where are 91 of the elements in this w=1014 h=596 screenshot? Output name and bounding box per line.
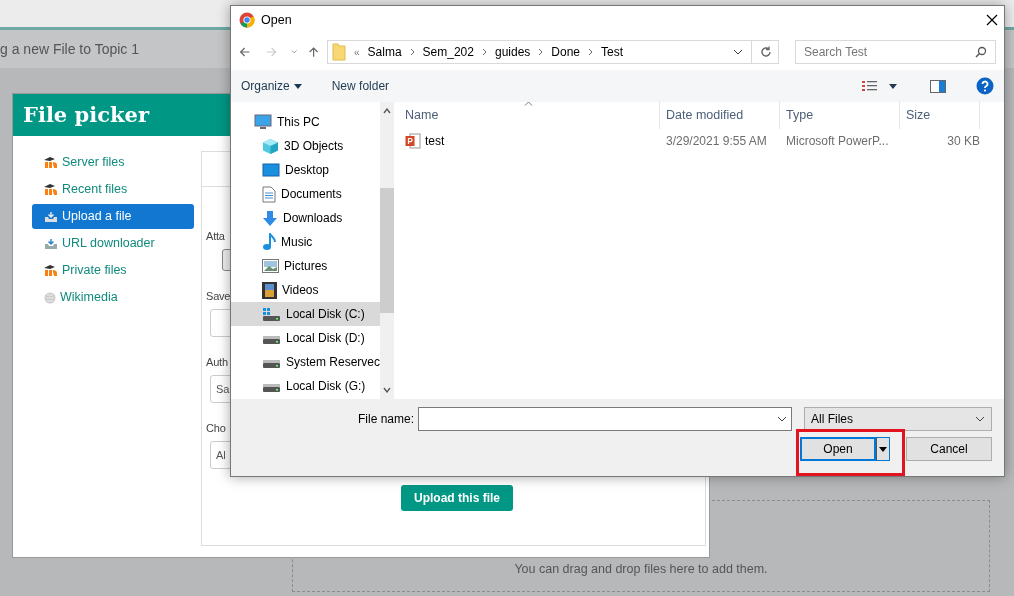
chevron-right-icon[interactable] bbox=[481, 48, 487, 56]
tree-item[interactable]: Local Disk (G:) bbox=[231, 374, 381, 398]
preview-pane-icon[interactable] bbox=[930, 79, 946, 93]
repository-item[interactable]: Upload a file bbox=[32, 204, 194, 229]
field-value: Sa bbox=[216, 381, 230, 397]
tree-item[interactable]: This PC bbox=[231, 110, 381, 134]
breadcrumb-item[interactable]: Sem_202 bbox=[422, 43, 474, 61]
tree-item[interactable]: Music bbox=[231, 230, 381, 254]
browser-icon bbox=[239, 12, 255, 28]
split-dropdown-button[interactable] bbox=[876, 437, 890, 461]
drive-icon bbox=[262, 307, 281, 321]
table-cell-text: Microsoft PowerP... bbox=[785, 133, 890, 150]
table-cell-text: 3/29/2021 9:55 AM bbox=[665, 133, 768, 150]
tree-item[interactable]: Desktop bbox=[231, 158, 381, 182]
tree-item[interactable]: Local Disk (D:) bbox=[231, 326, 381, 350]
dialog-title: File picker bbox=[23, 101, 149, 130]
moodle-logo-icon bbox=[44, 157, 58, 168]
upload-button[interactable]: Upload this file bbox=[401, 485, 513, 511]
field-value: Al bbox=[216, 447, 226, 463]
new-folder-button[interactable]: New folder bbox=[331, 77, 390, 95]
caret-icon bbox=[879, 446, 887, 452]
column-header[interactable]: Name bbox=[405, 106, 439, 125]
tree-item[interactable]: 3D Objects bbox=[231, 134, 381, 158]
column-header[interactable]: Type bbox=[786, 106, 814, 125]
search-icon bbox=[975, 46, 987, 58]
tray-icon bbox=[44, 210, 58, 223]
close-icon[interactable] bbox=[986, 14, 998, 26]
chevron-right-icon[interactable] bbox=[538, 48, 544, 56]
folder-icon bbox=[332, 43, 346, 61]
picture-icon bbox=[262, 259, 279, 273]
globe-icon bbox=[44, 291, 56, 304]
tree-item[interactable]: Downloads bbox=[231, 206, 381, 230]
help-icon[interactable] bbox=[976, 77, 994, 95]
tree-item[interactable]: System Reservec bbox=[231, 350, 381, 374]
field-label: Save bbox=[206, 289, 231, 304]
drop-zone-text: You can drag and drop files here to add them. bbox=[514, 561, 768, 579]
overflow-chevron[interactable]: « bbox=[354, 44, 360, 60]
chevron-down-icon[interactable] bbox=[733, 49, 743, 55]
caret-icon bbox=[293, 83, 302, 89]
field-label: Auth bbox=[206, 355, 228, 370]
file-name-label: File name: bbox=[357, 411, 414, 428]
cube-icon bbox=[262, 137, 279, 155]
breadcrumb-item[interactable]: Done bbox=[551, 43, 581, 61]
tree-item[interactable]: Documents bbox=[231, 182, 381, 206]
column-header[interactable]: Date modified bbox=[666, 106, 744, 125]
organize-menu[interactable]: Organize bbox=[241, 77, 302, 95]
breadcrumb-item[interactable]: Test bbox=[601, 43, 624, 61]
search-field[interactable]: Search Test bbox=[795, 40, 996, 64]
field-label: Atta bbox=[206, 229, 225, 244]
scroll-up-icon[interactable] bbox=[383, 108, 392, 114]
scroll-down-icon[interactable] bbox=[383, 387, 392, 393]
up-icon[interactable] bbox=[307, 45, 319, 59]
repository-item[interactable]: Wikimedia bbox=[32, 285, 194, 310]
tree-item[interactable]: Pictures bbox=[231, 254, 381, 278]
moodle-logo-icon bbox=[44, 184, 58, 195]
document-icon bbox=[262, 185, 276, 203]
repository-item[interactable]: Server files bbox=[32, 150, 194, 175]
breadcrumb-item[interactable]: guides bbox=[494, 43, 531, 61]
tray-icon bbox=[44, 237, 58, 250]
tree-item[interactable]: Videos bbox=[231, 278, 381, 302]
file-name-field[interactable] bbox=[418, 407, 792, 431]
download-icon bbox=[262, 209, 278, 227]
slides-file-icon bbox=[405, 133, 421, 149]
computer-icon bbox=[254, 114, 272, 130]
field-label: Cho bbox=[206, 421, 226, 436]
cancel-button[interactable]: Cancel bbox=[906, 437, 992, 461]
chevron-right-icon[interactable] bbox=[409, 48, 415, 56]
music-note-icon bbox=[262, 233, 276, 251]
open-button[interactable]: Open bbox=[800, 437, 876, 461]
chevron-down-icon[interactable] bbox=[777, 416, 787, 422]
file-name[interactable]: test bbox=[425, 132, 445, 150]
file-type-select[interactable]: All Files bbox=[804, 407, 992, 431]
film-icon bbox=[262, 281, 277, 299]
table-cell-text: 30 KB bbox=[946, 133, 980, 150]
address-bar[interactable]: « Salma Sem_202 guides Done Test bbox=[327, 40, 779, 64]
moodle-logo-icon bbox=[44, 265, 58, 276]
window-title: Open bbox=[261, 11, 292, 29]
back-icon[interactable] bbox=[239, 45, 251, 59]
page-heading: g a new File to Topic 1 bbox=[0, 39, 140, 59]
repository-item[interactable]: URL downloader bbox=[32, 231, 194, 256]
view-options-icon[interactable] bbox=[862, 80, 900, 92]
column-header[interactable]: Size bbox=[906, 106, 931, 125]
breadcrumb-item[interactable]: Salma bbox=[367, 43, 402, 61]
repository-item[interactable]: Private files bbox=[32, 258, 194, 283]
chevron-right-icon[interactable] bbox=[588, 48, 594, 56]
repository-item[interactable]: Recent files bbox=[32, 177, 194, 202]
refresh-icon[interactable] bbox=[760, 46, 772, 58]
desktop-icon bbox=[262, 162, 280, 178]
scrollbar-thumb[interactable] bbox=[380, 188, 395, 313]
chevron-down-icon bbox=[975, 416, 985, 422]
tree-item[interactable]: Local Disk (C:) bbox=[231, 302, 381, 326]
